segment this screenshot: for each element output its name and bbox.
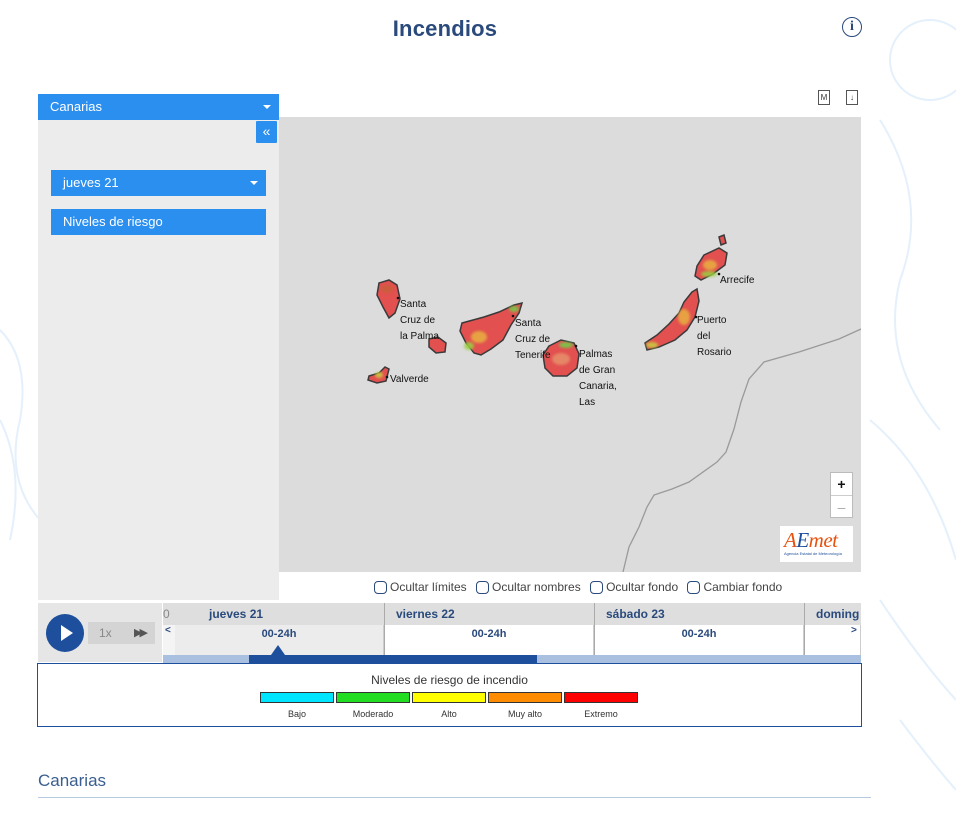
timeline-partial-day: 0 <box>163 607 170 621</box>
zoom-control: + – <box>830 472 853 518</box>
city-marker <box>574 344 578 348</box>
page-title: Incendios <box>392 16 498 41</box>
timeline-next-arrow[interactable]: > <box>851 625 857 636</box>
timeline: 0 jueves 21 viernes 22 sábado 23 doming … <box>163 603 861 655</box>
change-background-checkbox[interactable]: Cambiar fondo <box>687 580 782 594</box>
legend: Niveles de riesgo de incendio Bajo Moder… <box>37 663 862 727</box>
animation-player: 1x ▶▶ <box>38 603 162 662</box>
timeline-slot[interactable]: 00-24h <box>595 625 804 655</box>
timeline-day: jueves 21 <box>209 607 264 621</box>
info-icon[interactable]: i <box>842 17 862 37</box>
legend-swatch <box>412 692 486 703</box>
speed-control[interactable]: 1x ▶▶ <box>88 622 155 644</box>
legend-title: Niveles de riesgo de incendio <box>371 673 528 687</box>
checkbox-icon <box>687 581 701 594</box>
speed-label: 1x <box>99 626 112 640</box>
city-marker <box>396 296 400 300</box>
section-divider <box>38 797 871 798</box>
download-icon[interactable]: ↓ <box>846 90 858 105</box>
map-options: Ocultar límites Ocultar nombres Ocultar … <box>374 580 788 594</box>
checkbox-icon <box>590 581 604 594</box>
day-select[interactable]: jueves 21 <box>51 170 266 196</box>
city-label: Palmas de Gran Canaria, Las <box>579 349 617 408</box>
legend-swatch <box>336 692 410 703</box>
timeline-day: doming <box>816 607 860 621</box>
city-marker <box>385 375 389 379</box>
document-m-icon[interactable]: M <box>818 90 830 105</box>
region-select[interactable]: Canarias <box>38 94 279 120</box>
sidebar-panel: Canarias « jueves 21 Niveles de riesgo <box>38 94 279 600</box>
city-label: Puerto del Rosario <box>697 315 732 358</box>
section-title: Canarias <box>38 771 107 790</box>
risk-levels-button[interactable]: Niveles de riesgo <box>51 209 266 235</box>
hide-names-checkbox[interactable]: Ocultar nombres <box>476 580 581 594</box>
map-view[interactable]: Santa Cruz de la Palma Valverde Santa Cr… <box>279 117 861 572</box>
collapse-panel-button[interactable]: « <box>256 121 277 143</box>
timeline-slot[interactable]: 00-24h <box>385 625 594 655</box>
timeline-day: sábado 23 <box>606 607 665 621</box>
zoom-out-button[interactable]: – <box>831 496 852 518</box>
legend-label: Extremo <box>584 709 618 719</box>
play-icon[interactable] <box>46 614 84 652</box>
timeline-prev-arrow[interactable]: < <box>165 625 171 636</box>
legend-swatch <box>488 692 562 703</box>
timeline-pointer-icon <box>271 645 285 655</box>
aemet-logo: AEmet Agencia Estatal de Meteorología <box>780 526 853 562</box>
city-label: Valverde <box>390 374 429 385</box>
legend-label: Alto <box>441 709 457 719</box>
caret-down-icon <box>263 105 271 109</box>
caret-down-icon <box>250 181 258 185</box>
region-select-label: Canarias <box>50 99 103 114</box>
checkbox-icon <box>476 581 490 594</box>
city-marker <box>511 314 515 318</box>
islet-la-graciosa <box>718 233 727 247</box>
legend-swatch <box>260 692 334 703</box>
city-label: Arrecife <box>720 275 755 286</box>
city-label: Santa Cruz de Tenerife <box>515 318 551 361</box>
checkbox-icon <box>374 581 387 594</box>
timeline-days: 0 jueves 21 viernes 22 sábado 23 doming <box>163 603 861 625</box>
fast-forward-icon[interactable]: ▶▶ <box>134 622 148 644</box>
legend-swatch <box>564 692 638 703</box>
page: Incendios i Canarias « jueves 21 Niveles… <box>0 0 956 820</box>
hide-limits-checkbox[interactable]: Ocultar límites <box>374 580 467 594</box>
legend-label: Moderado <box>352 709 394 719</box>
legend-label: Bajo <box>287 709 306 719</box>
timeline-day: viernes 22 <box>396 607 455 621</box>
timeline-progress-fill <box>249 655 537 663</box>
day-select-label: jueves 21 <box>63 175 119 190</box>
map-canvas <box>367 233 861 572</box>
city-label: Santa Cruz de la Palma <box>400 299 439 342</box>
zoom-in-button[interactable]: + <box>831 473 852 496</box>
legend-label: Muy alto <box>507 709 542 719</box>
timeline-progress[interactable] <box>163 655 861 663</box>
hide-background-checkbox[interactable]: Ocultar fondo <box>590 580 678 594</box>
island-fuerteventura <box>644 287 700 351</box>
